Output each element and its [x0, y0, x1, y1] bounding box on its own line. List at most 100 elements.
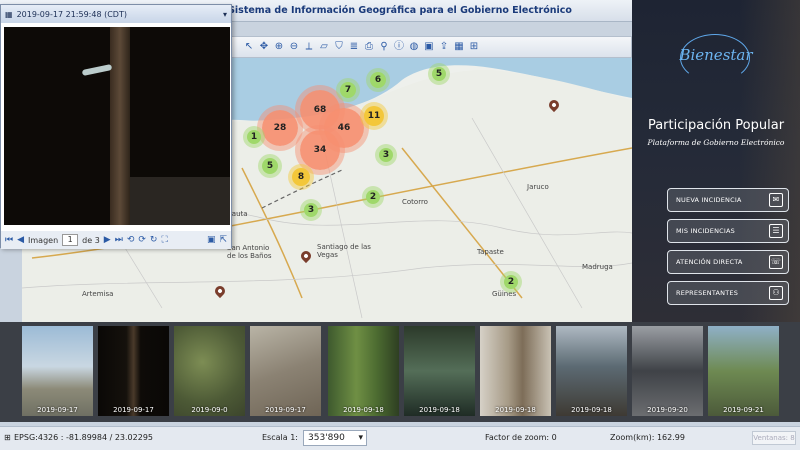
page-input[interactable]: 1 — [62, 234, 79, 246]
windows-button[interactable]: Ventanas: 8 — [752, 431, 796, 445]
zoom-km: Zoom(km): 162.99 — [610, 433, 685, 442]
cluster-marker[interactable]: 2 — [366, 190, 380, 204]
thumbnail[interactable]: 2019-09-18 — [328, 326, 399, 416]
cluster-marker[interactable]: 3 — [304, 203, 318, 217]
coordinates-readout: EPSG:4326 : -81.89984 / 23.02295 — [14, 433, 154, 442]
scale-value: 353'890 — [308, 433, 345, 443]
direct-attention-button[interactable]: ATENCIÓN DIRECTA ☏ — [667, 250, 789, 274]
first-page-icon[interactable]: ⏮ — [5, 235, 13, 245]
viewer-header: ▦ 2019-09-17 21:59:48 (CDT) ▾ — [1, 5, 231, 23]
globe-icon[interactable]: ◍ — [408, 41, 420, 53]
shield-icon[interactable]: ⛉ — [333, 41, 345, 53]
map-toolbar: ↖ ✥ ⊕ ⊖ ⟂ ▱ ⛉ ≣ ⎙ ⚲ ⓘ ◍ ▣ ⇪ ▦ ⊞ — [230, 36, 632, 58]
cluster-marker[interactable]: 11 — [364, 106, 384, 126]
button-label: REPRESENTANTES — [676, 289, 739, 297]
projection-icon: ⊞ — [4, 433, 11, 442]
grid-icon[interactable]: ▦ — [453, 41, 465, 53]
panel-title: Participación Popular — [647, 118, 785, 133]
cluster-marker[interactable]: 2 — [504, 275, 518, 289]
image-icon[interactable]: ▣ — [423, 41, 435, 53]
button-label: MIS INCIDENCIAS — [676, 227, 735, 235]
next-page-icon[interactable]: ▶ — [104, 235, 111, 245]
cluster-marker[interactable]: 7 — [340, 82, 356, 98]
place-label: Tapaste — [477, 248, 504, 256]
thumbnail[interactable]: 2019-09-18 — [556, 326, 627, 416]
thumb-date: 2019-09-18 — [343, 406, 384, 414]
representatives-button[interactable]: REPRESENTANTES ⚇ — [667, 281, 789, 305]
thumbnail[interactable]: 2019-09-18 — [404, 326, 475, 416]
cluster-marker[interactable]: 34 — [300, 130, 340, 170]
new-incident-button[interactable]: NUEVA INCIDENCIA ✉ — [667, 188, 789, 212]
refresh-icon[interactable]: ↻ — [150, 235, 158, 245]
layers-icon[interactable]: ≣ — [348, 41, 360, 53]
export-icon[interactable]: ⇪ — [438, 41, 450, 53]
rotate-icon[interactable]: ⟲ — [127, 235, 135, 245]
prev-page-icon[interactable]: ◀ — [17, 235, 24, 245]
thumb-date: 2019-09-17 — [265, 406, 306, 414]
calendar-icon: ▦ — [5, 9, 13, 19]
thumb-date: 2019-09-20 — [647, 406, 688, 414]
measure-icon[interactable]: ⟂ — [303, 41, 315, 53]
button-label: NUEVA INCIDENCIA — [676, 196, 742, 204]
cluster-marker[interactable]: 28 — [262, 110, 298, 146]
page-total: de 3 — [82, 235, 100, 245]
thumb-date: 2019-09-18 — [419, 406, 460, 414]
minimize-icon[interactable]: ▾ — [223, 10, 227, 19]
image-viewer-window[interactable]: ▦ 2019-09-17 21:59:48 (CDT) ▾ ⏮ ◀ Imagen… — [0, 4, 232, 249]
thumbnail[interactable]: 2019-09-17 — [250, 326, 321, 416]
last-page-icon[interactable]: ⏭ — [115, 235, 123, 245]
table-icon[interactable]: ⊞ — [468, 41, 480, 53]
zoom-factor: Factor de zoom: 0 — [485, 433, 557, 442]
pan-tool-icon[interactable]: ✥ — [258, 41, 270, 53]
place-label: Güines — [492, 290, 517, 298]
place-label: Santiago de las Vegas — [317, 243, 371, 259]
status-bar: ⊞ EPSG:4326 : -81.89984 / 23.02295 Escal… — [0, 426, 800, 450]
area-icon[interactable]: ▱ — [318, 41, 330, 53]
place-label: Jaruco — [527, 183, 549, 191]
thumbnail[interactable]: 2019-09-18 — [480, 326, 551, 416]
search-icon[interactable]: ⚲ — [378, 41, 390, 53]
cluster-marker[interactable]: 6 — [370, 72, 386, 88]
expand-icon[interactable]: ⇱ — [219, 235, 227, 245]
thumbnail[interactable]: 2019-09-17 — [98, 326, 169, 416]
participation-panel: Bienestar Participación Popular Platafor… — [632, 0, 800, 360]
scale-select[interactable]: 353'890 ▾ — [303, 430, 367, 446]
info-icon[interactable]: ⓘ — [393, 41, 405, 53]
thumbnail[interactable]: 2019-09-21 — [708, 326, 779, 416]
cluster-marker[interactable]: 8 — [292, 168, 310, 186]
panel-subtitle: Plataforma de Gobierno Electrónico — [647, 138, 785, 147]
thumbnail[interactable]: 2019-09-20 — [632, 326, 703, 416]
place-label: Cotorro — [402, 198, 428, 206]
thumb-date: 2019-09-17 — [113, 406, 154, 414]
fit-icon[interactable]: ⛶ — [161, 235, 167, 245]
thumb-date: 2019-09-17 — [37, 406, 78, 414]
viewer-timestamp: 2019-09-17 21:59:48 (CDT) — [16, 9, 127, 19]
save-icon[interactable]: ▣ — [207, 235, 216, 245]
list-icon: ☰ — [769, 224, 783, 238]
place-label: San Antonio de los Baños — [227, 244, 272, 260]
print-icon[interactable]: ⎙ — [363, 41, 375, 53]
thumbnail-strip: 2019-09-17 2019-09-17 2019-09-0 2019-09-… — [0, 322, 800, 422]
my-incidents-button[interactable]: MIS INCIDENCIAS ☰ — [667, 219, 789, 243]
thumbnail[interactable]: 2019-09-17 — [22, 326, 93, 416]
thumb-date: 2019-09-18 — [495, 406, 536, 414]
thumb-date: 2019-09-18 — [571, 406, 612, 414]
thumb-date: 2019-09-21 — [723, 406, 764, 414]
zoom-out-icon[interactable]: ⊖ — [288, 41, 300, 53]
cluster-marker[interactable]: 3 — [379, 148, 393, 162]
incident-photo — [4, 27, 230, 225]
cluster-marker[interactable]: 5 — [432, 67, 446, 81]
button-label: ATENCIÓN DIRECTA — [676, 258, 743, 266]
chat-icon: ☏ — [769, 255, 783, 269]
cluster-marker[interactable]: 1 — [247, 130, 261, 144]
zoom-in-icon[interactable]: ⊕ — [273, 41, 285, 53]
people-icon: ⚇ — [769, 286, 783, 300]
select-tool-icon[interactable]: ↖ — [243, 41, 255, 53]
bienestar-logo: Bienestar — [679, 46, 753, 64]
cluster-marker[interactable]: 5 — [262, 158, 278, 174]
scale-label: Escala 1: — [262, 433, 298, 442]
chevron-down-icon: ▾ — [358, 433, 363, 443]
new-incident-icon: ✉ — [769, 193, 783, 207]
rotate-right-icon[interactable]: ⟳ — [138, 235, 146, 245]
thumbnail[interactable]: 2019-09-0 — [174, 326, 245, 416]
